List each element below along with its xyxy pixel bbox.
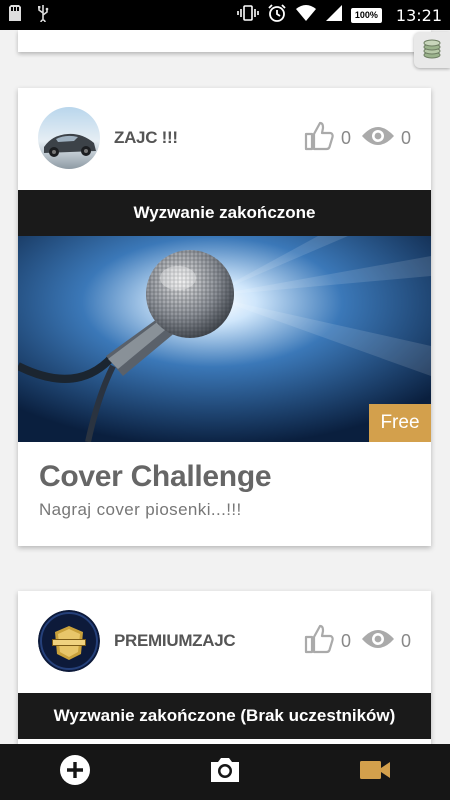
sd-card-icon	[8, 4, 22, 27]
coins-icon	[420, 36, 444, 65]
eye-icon	[361, 627, 395, 656]
challenge-title[interactable]: Cover Challenge	[39, 460, 431, 494]
add-icon	[59, 754, 91, 791]
card-stats: 0 0	[303, 120, 411, 157]
battery-icon: 100%	[350, 7, 382, 23]
likes-count: 0	[340, 128, 351, 148]
camera-button[interactable]	[195, 744, 255, 800]
avatar[interactable]	[38, 610, 100, 672]
status-time: 13:21	[395, 5, 442, 25]
challenge-status-banner: Wyzwanie zakończone	[18, 190, 431, 236]
video-button[interactable]	[345, 744, 405, 800]
add-button[interactable]	[45, 744, 105, 800]
thumbs-up-icon[interactable]	[303, 623, 335, 660]
vibrate-icon	[237, 4, 259, 27]
challenge-card[interactable]: ZAJC !!! 0 0 Wyzwanie zakończone Free Co…	[18, 88, 431, 546]
card-stats: 0 0	[303, 623, 411, 660]
likes-count: 0	[340, 631, 351, 651]
alarm-icon	[267, 3, 287, 28]
challenge-card[interactable]: PREMIUMZAJC 0 0 Wyzwanie zakończone (Bra…	[18, 591, 431, 751]
views-count: 0	[400, 128, 411, 148]
coins-button[interactable]	[414, 32, 450, 68]
username[interactable]: ZAJC !!!	[114, 128, 178, 148]
bottom-nav	[0, 744, 450, 800]
eye-icon	[361, 124, 395, 153]
challenge-status-banner: Wyzwanie zakończone (Brak uczestników)	[18, 693, 431, 739]
free-badge: Free	[369, 404, 431, 442]
previous-card[interactable]	[18, 30, 431, 52]
thumbs-up-icon[interactable]	[303, 120, 335, 157]
card-header: PREMIUMZAJC 0 0	[18, 591, 431, 693]
status-bar: 100% 13:21	[0, 0, 450, 30]
camera-icon	[208, 755, 242, 790]
challenge-description: Nagraj cover piosenki...!!!	[39, 500, 242, 519]
wifi-icon	[295, 4, 317, 27]
avatar[interactable]	[38, 107, 100, 169]
challenge-image[interactable]: Free	[18, 236, 431, 442]
usb-icon	[36, 4, 50, 27]
video-camera-icon	[359, 758, 391, 787]
signal-icon	[325, 4, 343, 27]
username[interactable]: PREMIUMZAJC	[114, 631, 236, 651]
views-count: 0	[400, 631, 411, 651]
card-header: ZAJC !!! 0 0	[18, 88, 431, 190]
